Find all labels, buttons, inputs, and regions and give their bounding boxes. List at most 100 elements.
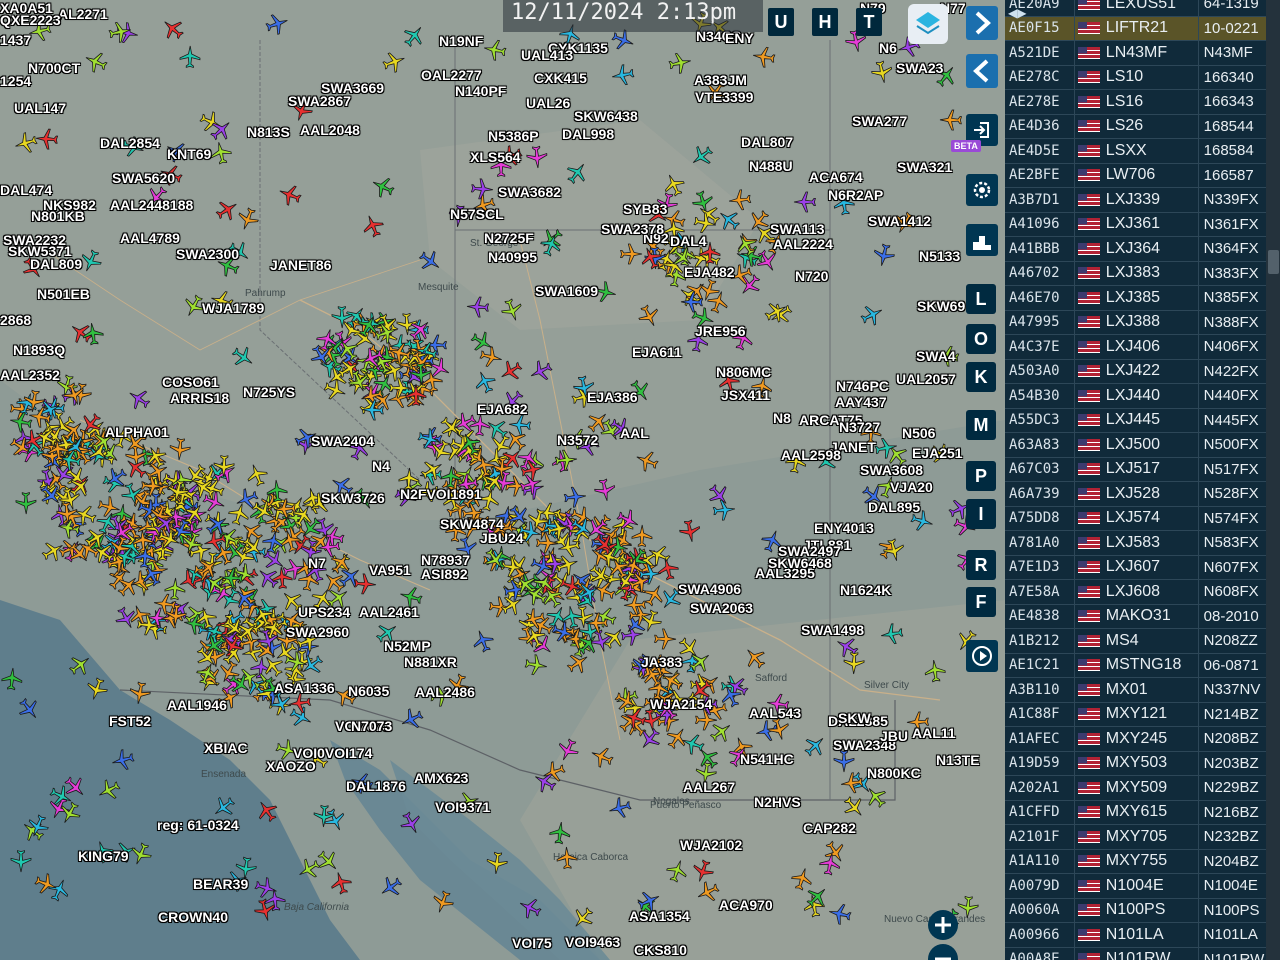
callsign-label[interactable]: N40995 (488, 249, 537, 265)
aircraft-icon[interactable] (97, 495, 121, 519)
aircraft-icon[interactable] (872, 242, 896, 267)
callsign-label[interactable]: SWA113 (770, 221, 824, 237)
aircraft-icon[interactable] (140, 474, 164, 498)
aircraft-icon[interactable] (402, 24, 426, 48)
callsign-label[interactable]: KNT69 (167, 146, 211, 162)
callsign-label[interactable]: SWA1412 (868, 213, 931, 229)
callsign-label[interactable]: N78937 (421, 552, 470, 568)
aircraft-icon[interactable] (585, 611, 609, 635)
callsign-label[interactable]: 1254 (0, 73, 31, 89)
table-row[interactable]: A1A110 MXY755 N204BZ (1005, 849, 1267, 874)
table-row[interactable]: A3B110 MX01 N337NV (1005, 677, 1267, 703)
aircraft-icon[interactable] (399, 811, 423, 835)
aircraft-icon[interactable] (880, 622, 904, 646)
table-scrollbar[interactable] (1266, 0, 1280, 960)
callsign-label[interactable]: N488U (749, 158, 793, 174)
callsign-label[interactable]: AAL11 (912, 725, 956, 741)
callsign-label[interactable]: N2725F (484, 230, 534, 246)
callsign-label[interactable]: SWA2378 (601, 221, 664, 237)
callsign-label[interactable]: N506 (902, 425, 935, 441)
aircraft-icon[interactable] (431, 890, 455, 914)
callsign-label[interactable]: N501EB (37, 286, 90, 302)
callsign-label[interactable]: AAL2448188 (110, 197, 193, 213)
callsign-label[interactable]: DAL1876 (346, 778, 406, 794)
table-row[interactable]: A46702 LXJ383 N383FX (1005, 261, 1267, 286)
callsign-label[interactable]: 1437 (0, 32, 31, 48)
table-row[interactable]: A54B30 LXJ440 N440FX (1005, 383, 1267, 409)
aircraft-icon[interactable] (473, 370, 497, 394)
aircraft-icon[interactable] (195, 662, 219, 686)
stats-button[interactable] (966, 224, 998, 256)
aircraft-icon[interactable] (245, 463, 269, 487)
expand-sidebar-button[interactable] (966, 6, 998, 40)
callsign-label[interactable]: N813S (247, 124, 290, 140)
callsign-label[interactable]: VJA20 (890, 479, 933, 495)
aircraft-icon[interactable] (166, 479, 190, 503)
aircraft-icon[interactable] (180, 531, 204, 555)
aircraft-icon[interactable] (81, 322, 105, 346)
aircraft-icon[interactable] (409, 362, 433, 386)
table-row[interactable]: A63A83 LXJ500 N500FX (1005, 432, 1267, 458)
table-row[interactable]: A4C37E LXJ406 N406FX (1005, 334, 1267, 360)
callsign-label[interactable]: AAL2224 (773, 236, 833, 252)
callsign-label[interactable]: AMX623 (414, 770, 468, 786)
aircraft-icon[interactable] (300, 653, 324, 677)
callsign-label[interactable]: AAL267 (683, 779, 735, 795)
callsign-label[interactable]: DAL998 (562, 126, 614, 142)
callsign-label[interactable]: EJA482 (684, 264, 735, 280)
aircraft-icon[interactable] (690, 144, 714, 168)
aircraft-icon[interactable] (144, 445, 168, 469)
aircraft-icon[interactable] (361, 398, 385, 422)
aircraft-icon[interactable] (312, 804, 336, 828)
table-row[interactable]: AE2BFE LW706 166587 (1005, 163, 1267, 188)
aircraft-icon[interactable] (371, 175, 395, 199)
aircraft-icon[interactable] (360, 346, 384, 370)
callsign-label[interactable]: KING79 (78, 848, 129, 864)
callsign-label[interactable]: WJA2154 (650, 696, 712, 712)
callsign-label[interactable]: JSX411 (721, 387, 770, 403)
table-row[interactable]: A00966 N101LA N101LA (1005, 922, 1267, 948)
callsign-label[interactable]: AAL2486 (415, 684, 475, 700)
callsign-label[interactable]: ACA970 (719, 897, 773, 913)
table-row[interactable]: A781A0 LXJ583 N583FX (1005, 530, 1267, 556)
callsign-label[interactable]: ACA674 (809, 169, 863, 185)
aircraft-icon[interactable] (9, 849, 33, 873)
callsign-label[interactable]: XLS564 (470, 149, 521, 165)
table-row[interactable]: A7E58A LXJ608 N608FX (1005, 579, 1267, 605)
aircraft-icon[interactable] (548, 821, 572, 845)
callsign-label[interactable]: DAL809 (30, 256, 82, 272)
aircraft-icon[interactable] (278, 183, 302, 207)
aircraft-icon[interactable] (85, 676, 109, 701)
aircraft-icon[interactable] (0, 667, 24, 691)
aircraft-icon[interactable] (133, 545, 157, 569)
callsign-label[interactable]: DAL895 (868, 499, 920, 515)
aircraft-icon[interactable] (565, 161, 589, 185)
aircraft-icon[interactable] (291, 504, 315, 528)
callsign-label[interactable]: EJA386 (587, 389, 638, 405)
callsign-label[interactable]: CROWN40 (158, 909, 228, 925)
callsign-label[interactable]: SKW6438 (574, 108, 638, 124)
zoom-out-button[interactable] (928, 944, 958, 960)
callsign-label[interactable]: AAL2048 (300, 122, 360, 138)
table-row[interactable]: A3B7D1 LXJ339 N339FX (1005, 187, 1267, 213)
aircraft-icon[interactable] (842, 795, 866, 819)
callsign-label[interactable]: JA383 (641, 654, 682, 670)
callsign-label[interactable]: ASA1354 (629, 908, 690, 924)
aircraft-icon[interactable] (46, 438, 70, 462)
callsign-label[interactable]: N57SCL (450, 206, 504, 222)
callsign-label[interactable]: AAL (620, 425, 649, 441)
aircraft-icon[interactable] (870, 60, 894, 84)
aircraft-icon[interactable] (161, 17, 185, 41)
aircraft-icon[interactable] (178, 45, 202, 69)
aircraft-icon[interactable] (104, 466, 128, 490)
hotkey-o-button[interactable]: O (966, 324, 996, 354)
aircraft-icon[interactable] (111, 748, 135, 772)
callsign-label[interactable]: COSO61 (162, 374, 219, 390)
callsign-label[interactable]: UAL2057 (896, 371, 956, 387)
aircraft-icon[interactable] (212, 795, 236, 819)
callsign-label[interactable]: N5133 (919, 248, 960, 264)
aircraft-icon[interactable] (520, 458, 544, 482)
aircraft-icon[interactable] (638, 727, 662, 751)
scrollbar-thumb[interactable] (1268, 250, 1279, 274)
table-row[interactable]: AE20A9 LEXUS51 64-1319 (1005, 0, 1267, 17)
